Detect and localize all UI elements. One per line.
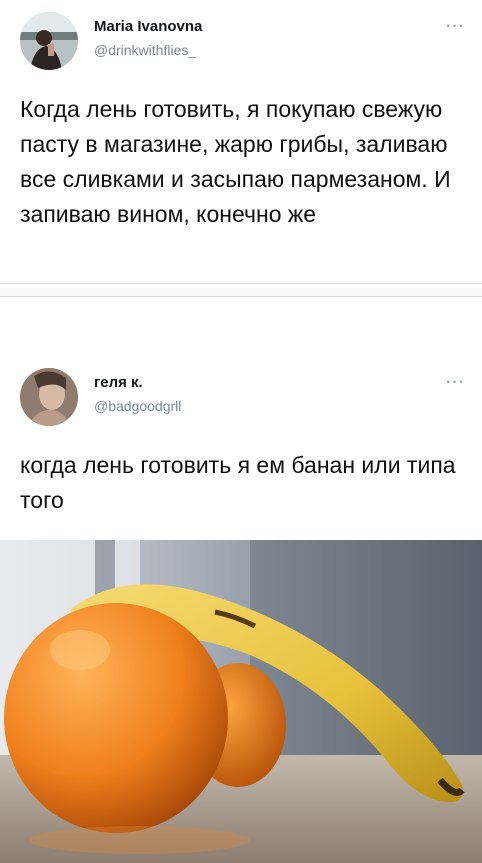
divider (0, 296, 482, 297)
divider (0, 283, 482, 284)
tweet-photo[interactable] (0, 540, 482, 863)
avatar[interactable] (20, 12, 78, 70)
more-options-icon[interactable]: ··· (446, 18, 465, 36)
author-handle[interactable]: @drinkwithflies_ (94, 42, 196, 58)
tweet-text: когда лень готовить я ем банан или типа … (20, 452, 456, 513)
separator-gap (0, 288, 482, 296)
avatar[interactable] (20, 368, 78, 426)
tweet-1: Maria Ivanovna @drinkwithflies_ ··· Когд… (0, 0, 482, 283)
author-name[interactable]: геля к. (94, 374, 143, 391)
tweet-text: Когда лень готовить, я покупаю свежую па… (20, 96, 451, 227)
more-options-icon[interactable]: ··· (446, 374, 465, 392)
author-handle[interactable]: @badgoodgrll (94, 398, 181, 414)
author-name[interactable]: Maria Ivanovna (94, 18, 202, 35)
